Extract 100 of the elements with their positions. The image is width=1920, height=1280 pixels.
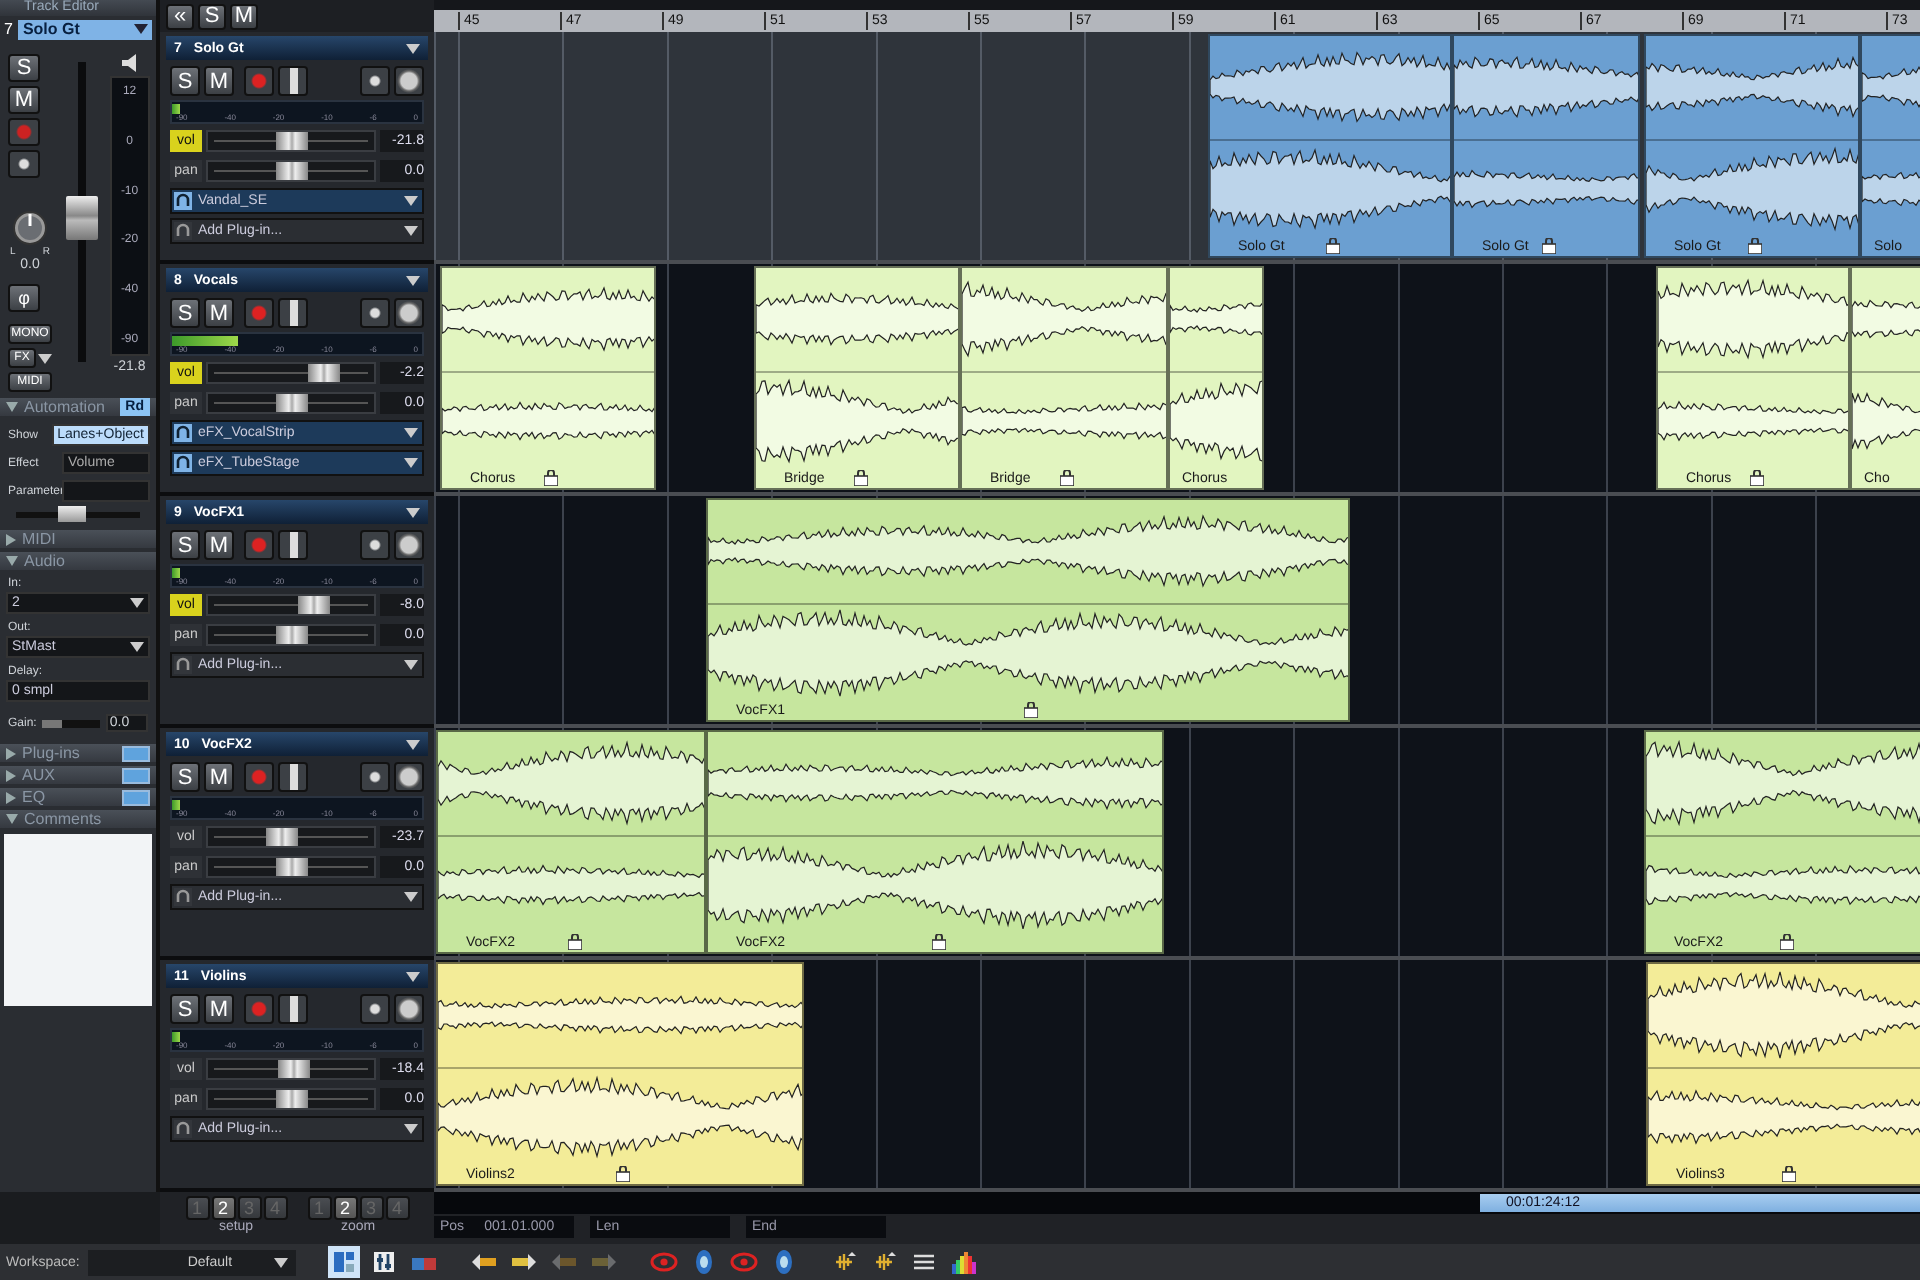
lock-icon	[616, 1166, 630, 1182]
lock-button[interactable]	[360, 66, 390, 96]
freeze-button[interactable]	[394, 762, 424, 792]
solo-button[interactable]: S	[170, 66, 200, 96]
caret-icon	[406, 971, 420, 981]
preset-button[interactable]: 2	[211, 1196, 235, 1220]
lock-icon	[1542, 238, 1556, 254]
comment-field[interactable]	[4, 834, 152, 1006]
record-button[interactable]	[244, 66, 274, 96]
monitor-button[interactable]	[278, 66, 308, 96]
value-field[interactable]	[62, 480, 150, 502]
eye-icon	[649, 1248, 678, 1276]
lock-button[interactable]	[8, 150, 40, 178]
pan-knob[interactable]	[12, 210, 48, 246]
gain-slider[interactable]	[42, 719, 100, 727]
lock-icon	[1024, 702, 1038, 718]
scroll-bar[interactable]	[1480, 1194, 1920, 1212]
caret-icon	[406, 739, 420, 749]
slider-thumb[interactable]	[275, 626, 307, 644]
caret-icon	[406, 43, 420, 53]
monitor-button[interactable]	[278, 762, 308, 792]
pan-slider[interactable]	[206, 624, 376, 646]
volume-slider[interactable]	[206, 826, 376, 848]
solo-button[interactable]: S	[170, 298, 200, 328]
lock-button[interactable]	[360, 298, 390, 328]
freeze-button[interactable]	[394, 994, 424, 1024]
record-button[interactable]	[8, 118, 40, 146]
mute-button[interactable]: M	[204, 530, 234, 560]
slider-thumb[interactable]	[275, 162, 307, 180]
section-toggle[interactable]	[122, 767, 150, 783]
spectrum-button[interactable]	[947, 1246, 980, 1278]
slider-thumb[interactable]	[57, 506, 86, 522]
lock-button[interactable]	[360, 530, 390, 560]
lock-button[interactable]	[360, 994, 390, 1024]
monitor-button[interactable]	[278, 298, 308, 328]
mute-button[interactable]: M	[204, 66, 234, 96]
section-toggle[interactable]	[122, 745, 150, 761]
toolbar-button[interactable]: «	[166, 3, 194, 29]
volume-slider[interactable]	[206, 594, 376, 616]
toolbar-button[interactable]: M	[230, 3, 258, 29]
timeline-ruler[interactable]	[434, 10, 1920, 32]
section-title: AUX	[22, 766, 57, 784]
section-title: Plug-ins	[22, 744, 82, 762]
section-title: MIDI	[22, 530, 58, 548]
mute-button[interactable]: M	[204, 762, 234, 792]
pan-slider[interactable]	[206, 392, 376, 414]
freeze-button[interactable]	[394, 530, 424, 560]
solo-button[interactable]: S	[8, 54, 40, 82]
slider-thumb[interactable]	[277, 1060, 310, 1078]
slider-thumb[interactable]	[275, 1090, 307, 1108]
record-button[interactable]	[244, 994, 274, 1024]
pan-slider[interactable]	[206, 1088, 376, 1110]
slider-thumb[interactable]	[297, 596, 330, 614]
slider-thumb[interactable]	[308, 364, 341, 382]
pan-slider[interactable]	[206, 856, 376, 878]
caret-icon	[404, 428, 418, 438]
slider-thumb[interactable]	[265, 828, 298, 846]
monitor-button[interactable]	[278, 530, 308, 560]
toolbar-button[interactable]: S	[198, 3, 226, 29]
mute-button[interactable]: M	[204, 298, 234, 328]
track-number: 7	[4, 20, 13, 38]
slider-thumb[interactable]	[275, 132, 307, 150]
volume-slider[interactable]	[206, 362, 376, 384]
phase-button[interactable]: φ	[8, 284, 40, 312]
lock-icon	[544, 470, 558, 486]
pan-slider[interactable]	[206, 160, 376, 182]
volume-slider[interactable]	[206, 130, 376, 152]
section-toggle[interactable]	[122, 789, 150, 805]
slider-thumb[interactable]	[275, 394, 307, 412]
solo-button[interactable]: S	[170, 994, 200, 1024]
track-selector[interactable]: Solo Gt	[18, 19, 152, 39]
caret-icon	[404, 196, 418, 206]
speaker-icon	[119, 54, 140, 72]
section-title: Audio	[24, 552, 67, 570]
record-button[interactable]	[244, 530, 274, 560]
lock-icon	[1748, 238, 1762, 254]
monitor-button[interactable]	[278, 994, 308, 1024]
freeze-button[interactable]	[394, 66, 424, 96]
volume-fader[interactable]	[66, 62, 98, 362]
mute-button[interactable]: M	[204, 994, 234, 1024]
caret-icon	[134, 24, 148, 34]
freeze-button[interactable]	[394, 298, 424, 328]
caret-icon	[404, 892, 418, 902]
preset-button[interactable]: 2	[333, 1196, 357, 1220]
volume-slider[interactable]	[206, 1058, 376, 1080]
fader-thumb[interactable]	[66, 195, 98, 240]
layout-button[interactable]	[327, 1246, 360, 1278]
parameter-slider[interactable]	[16, 512, 140, 518]
lock-icon	[567, 934, 581, 950]
slider-thumb[interactable]	[275, 858, 307, 876]
mute-button[interactable]: M	[8, 86, 40, 114]
lock-button[interactable]	[360, 762, 390, 792]
section-title: EQ	[22, 788, 48, 806]
solo-button[interactable]: S	[170, 762, 200, 792]
caret-icon	[404, 1124, 418, 1134]
caret-icon	[273, 1257, 288, 1267]
lock-icon	[853, 470, 867, 486]
record-button[interactable]	[244, 298, 274, 328]
solo-button[interactable]: S	[170, 530, 200, 560]
record-button[interactable]	[244, 762, 274, 792]
